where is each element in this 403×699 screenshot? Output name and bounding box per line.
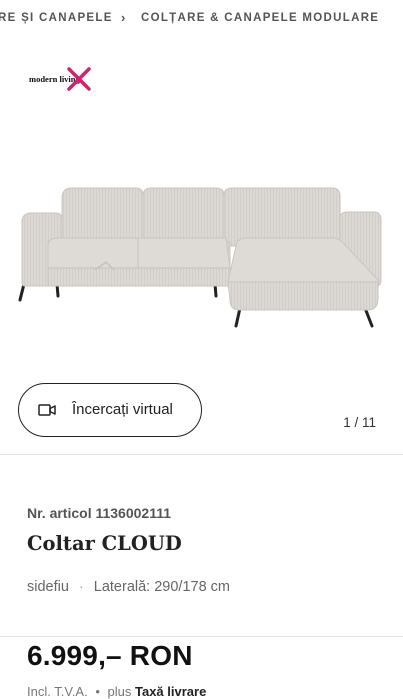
try-virtually-label: Încercați virtual <box>72 401 173 418</box>
price-note-bullet: • <box>95 684 100 699</box>
product-title: Coltar CLOUD <box>27 532 182 555</box>
breadcrumb-item-sofas[interactable]: RE ȘI CANAPELE <box>0 12 113 24</box>
brand-logo: modern living <box>28 66 98 94</box>
price-note: Incl. T.V.A. • plus Taxă livrare <box>27 684 206 699</box>
vat-note: Incl. T.V.A. <box>27 684 88 699</box>
article-number: Nr. articol 1136002111 <box>27 505 172 521</box>
divider <box>0 636 403 637</box>
breadcrumb: RE ȘI CANAPELE › COLȚARE & CANAPELE MODU… <box>0 8 403 32</box>
plus-text: plus <box>107 684 132 699</box>
try-virtually-button[interactable]: Încercați virtual <box>18 383 202 437</box>
product-price: 6.999,– RON <box>27 640 193 671</box>
breadcrumb-item-corner-sofas[interactable]: COLȚARE & CANAPELE MODULARE <box>141 12 379 24</box>
brand-x-mark-icon <box>67 67 91 91</box>
product-dimension: Laterală: 290/178 cm <box>93 579 230 595</box>
meta-separator: · <box>78 579 84 595</box>
chevron-right-icon: › <box>121 10 126 25</box>
divider <box>0 454 403 455</box>
product-meta: sidefiu · Laterală: 290/178 cm <box>27 579 230 595</box>
product-title-type: Coltar <box>27 532 95 555</box>
product-title-name: CLOUD <box>101 532 182 555</box>
gallery-counter: 1 / 11 <box>343 415 376 430</box>
video-camera-icon <box>38 404 56 416</box>
sofa-product-image[interactable] <box>0 150 403 350</box>
delivery-fee-link[interactable]: Taxă livrare <box>135 684 206 699</box>
product-variant: sidefiu <box>27 579 69 595</box>
